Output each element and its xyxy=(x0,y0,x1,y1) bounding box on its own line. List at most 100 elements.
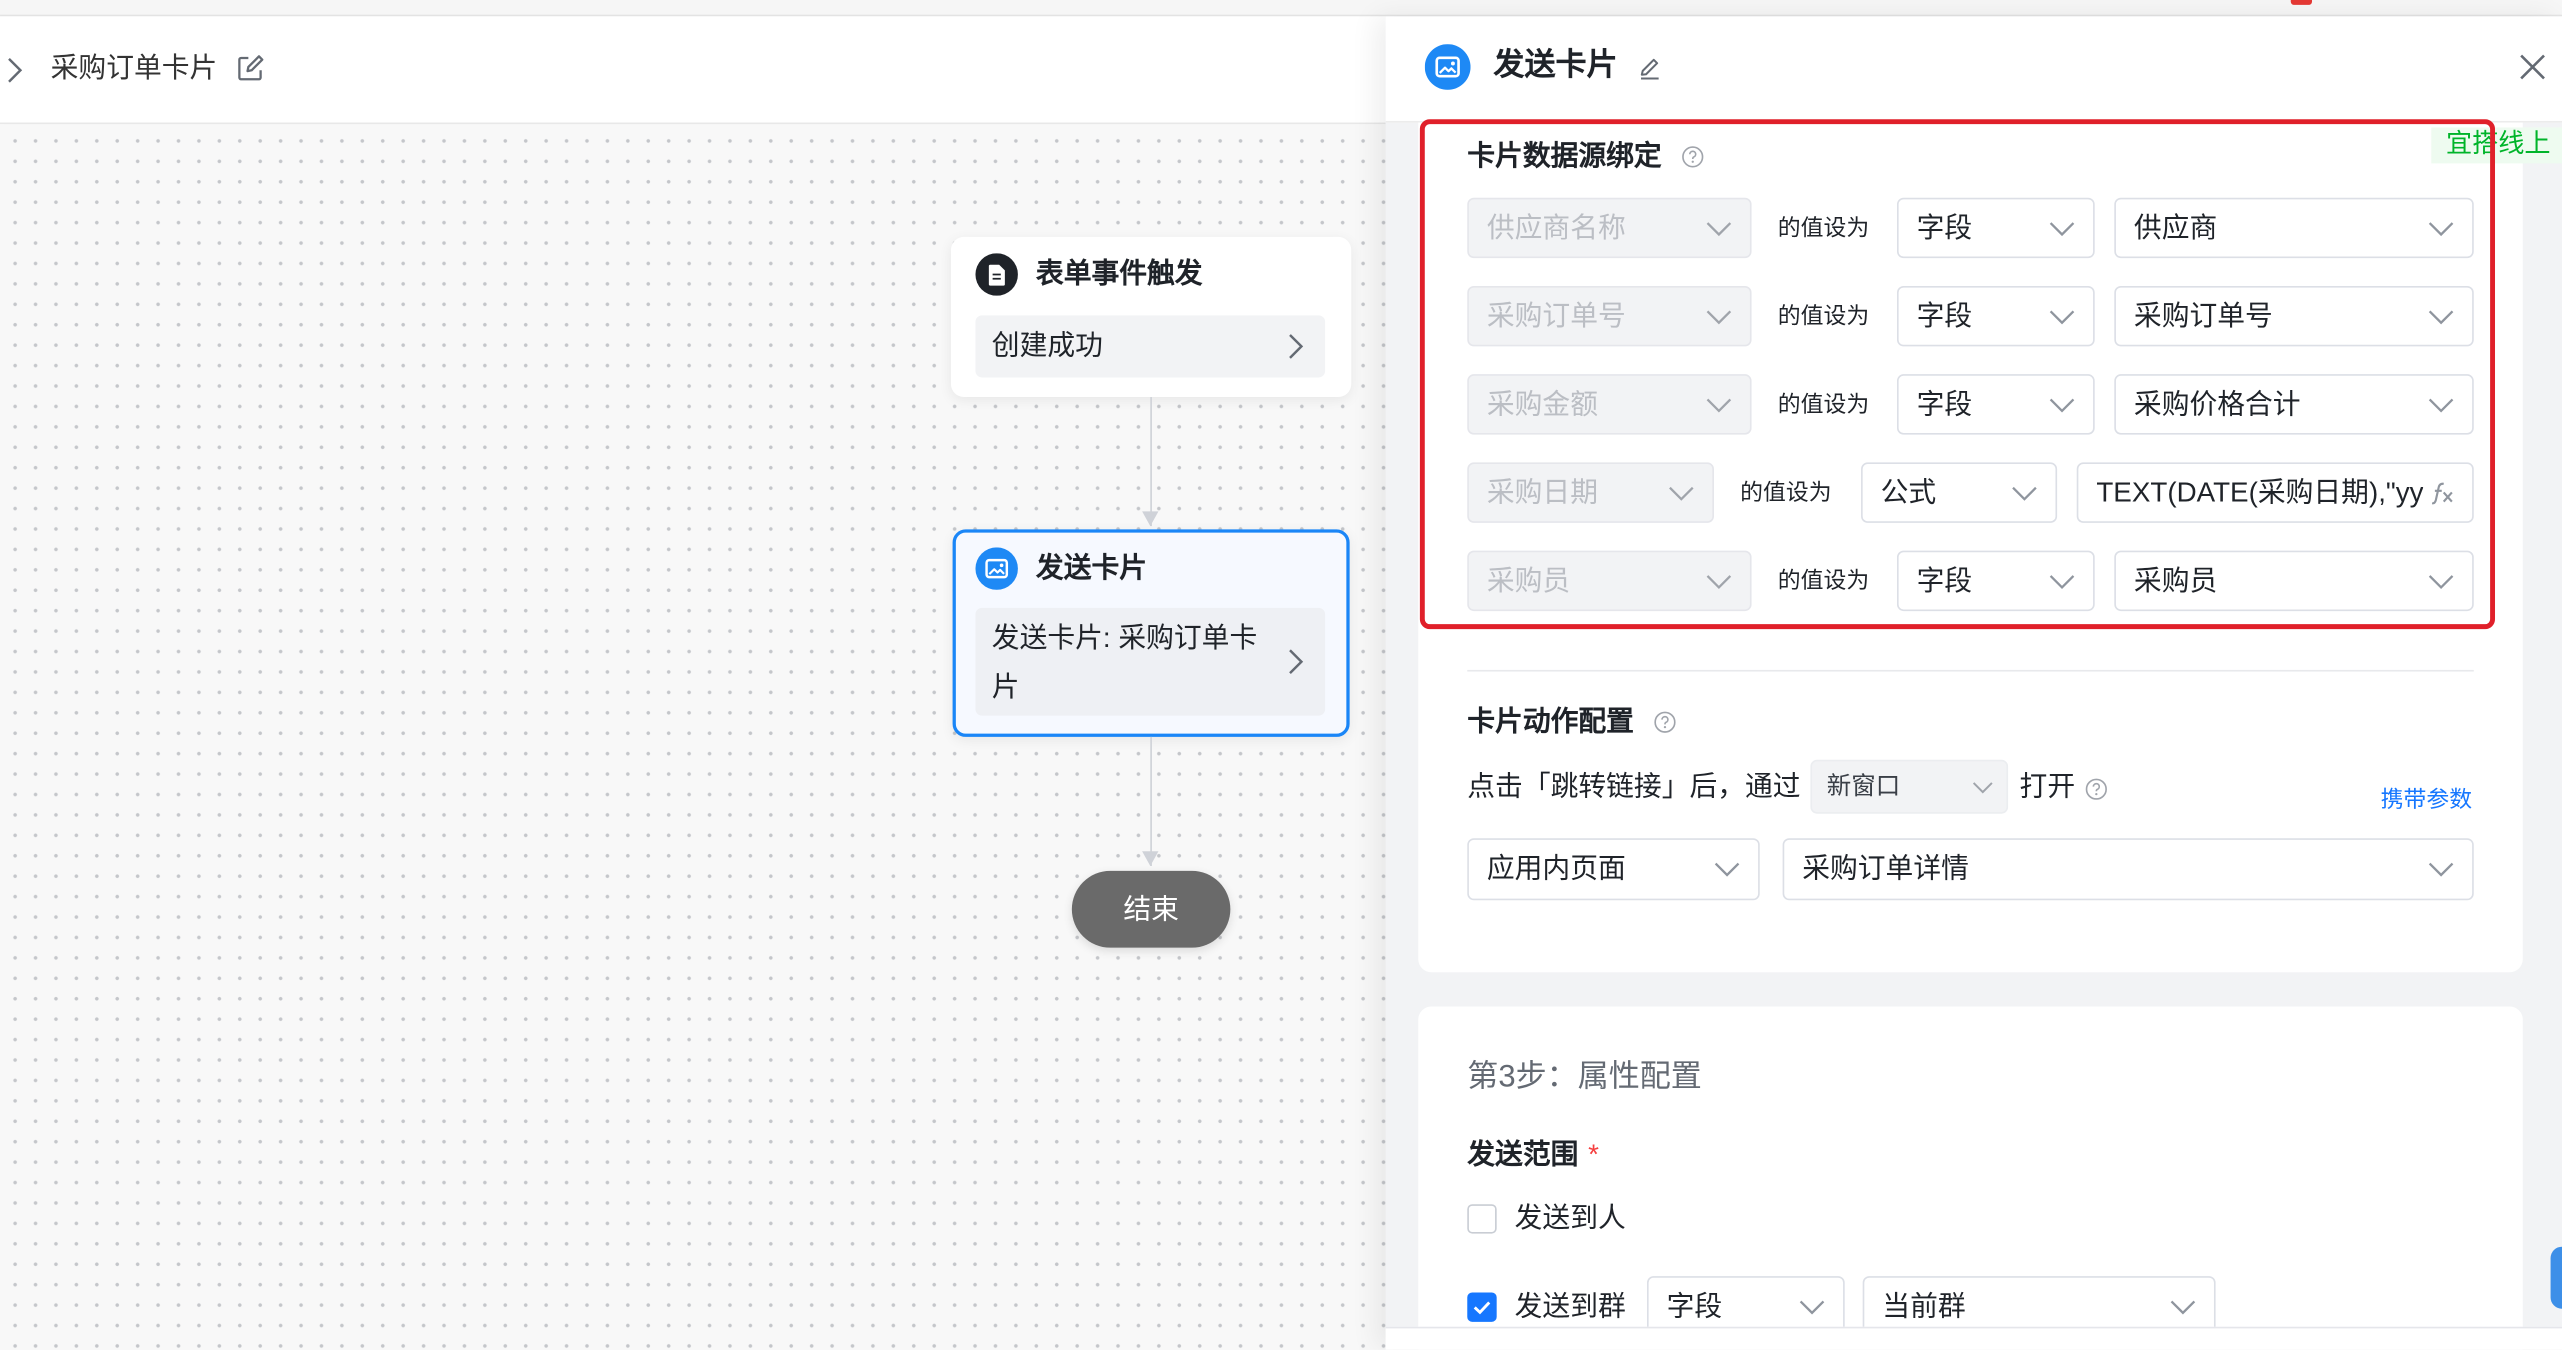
flow-connector xyxy=(1149,397,1152,527)
formula-input[interactable]: TEXT(DATE(采购日期),"yy xyxy=(2076,462,2474,523)
flow-node-send-card[interactable]: 发送卡片 发送卡片: 采购订单卡片 xyxy=(952,529,1350,737)
arrow-down-icon xyxy=(1142,511,1159,527)
chevron-down-icon xyxy=(2011,485,2037,501)
chevron-right-icon[interactable] xyxy=(7,57,23,83)
set-value-label: 的值设为 xyxy=(1777,566,1870,594)
step3-title: 第3步：属性配置 xyxy=(1467,1060,1702,1095)
formula-text: TEXT(DATE(采购日期),"yy xyxy=(2096,477,2424,509)
chevron-down-icon xyxy=(1668,485,1694,501)
binding-value-select[interactable]: 采购订单号 xyxy=(2114,285,2474,347)
chevron-down-icon xyxy=(2049,397,2075,413)
chevron-down-icon xyxy=(1972,781,1993,794)
help-icon[interactable] xyxy=(2085,778,2108,801)
pencil-icon[interactable] xyxy=(1637,56,1662,81)
floating-help-button[interactable] xyxy=(2550,1246,2562,1309)
flow-end-node[interactable]: 结束 xyxy=(1071,870,1231,948)
binding-value-select[interactable]: 采购员 xyxy=(2114,550,2474,612)
select-value: 应用内页面 xyxy=(1486,852,1626,884)
select-value: 供应商名称 xyxy=(1486,212,1626,244)
binding-field-select: 供应商名称 xyxy=(1467,197,1752,259)
set-value-label: 的值设为 xyxy=(1777,302,1870,329)
node-detail-row[interactable]: 创建成功 xyxy=(975,315,1326,378)
send-to-group-checkbox[interactable] xyxy=(1467,1292,1497,1322)
binding-value-select[interactable]: 供应商 xyxy=(2114,197,2474,259)
jump-link-suffix: 打开 xyxy=(2019,771,2076,803)
send-to-person-label[interactable]: 发送到人 xyxy=(1515,1201,1626,1237)
select-value: 供应商 xyxy=(2133,212,2218,244)
binding-field-select: 采购金额 xyxy=(1467,374,1752,435)
select-value: 采购员 xyxy=(2133,565,2218,597)
section-divider xyxy=(1467,669,2474,672)
app-window: 采购订单卡片 表单事件触发 创建成功 发送卡片 发送卡片: 采购订单卡片 结束 … xyxy=(0,0,2562,1350)
flow-canvas[interactable]: 表单事件触发 创建成功 发送卡片 发送卡片: 采购订单卡片 结束 xyxy=(0,124,1386,1350)
chevron-down-icon xyxy=(1799,1299,1825,1315)
open-mode-select[interactable]: 新窗口 xyxy=(1810,759,2009,814)
chevron-down-icon xyxy=(2428,397,2454,413)
help-icon[interactable] xyxy=(1681,145,1704,168)
panel-header: 发送卡片 xyxy=(1385,16,2562,123)
send-scope-text: 发送范围 xyxy=(1467,1138,1579,1170)
chevron-right-icon xyxy=(1288,333,1304,359)
send-card-icon xyxy=(975,547,1018,590)
binding-field-select: 采购员 xyxy=(1467,550,1752,612)
target-page-select[interactable]: 采购订单详情 xyxy=(1782,838,2474,901)
chevron-down-icon xyxy=(2428,309,2454,325)
select-value: 字段 xyxy=(1666,1290,1723,1322)
env-badge: 宜搭线上 xyxy=(2431,127,2562,164)
select-value: 字段 xyxy=(1916,212,1973,244)
page-title: 采购订单卡片 xyxy=(50,52,218,84)
select-value: 采购价格合计 xyxy=(2133,388,2301,420)
set-value-label: 的值设为 xyxy=(1777,390,1870,417)
binding-field-select: 采购日期 xyxy=(1467,462,1714,523)
node-detail-text: 创建成功 xyxy=(991,330,1103,362)
jump-link-prefix: 点击「跳转链接」后，通过 xyxy=(1467,771,1801,803)
page-type-select[interactable]: 应用内页面 xyxy=(1467,838,1760,901)
formula-fx-icon[interactable] xyxy=(2428,480,2457,506)
binding-type-select[interactable]: 字段 xyxy=(1896,374,2095,435)
select-value: 采购金额 xyxy=(1486,388,1598,420)
binding-type-select[interactable]: 字段 xyxy=(1896,285,2095,347)
chevron-down-icon xyxy=(1706,221,1732,237)
chevron-down-icon xyxy=(1714,861,1740,877)
set-value-label: 的值设为 xyxy=(1740,478,1832,505)
data-binding-title: 卡片数据源绑定 xyxy=(1467,140,1662,172)
send-card-icon xyxy=(1424,44,1471,90)
panel-footer xyxy=(1385,1326,2562,1350)
select-value: 采购订单号 xyxy=(1486,300,1626,332)
binding-type-select[interactable]: 字段 xyxy=(1896,550,2095,612)
binding-value-select[interactable]: 采购价格合计 xyxy=(2114,374,2474,435)
carry-params-link[interactable]: 携带参数 xyxy=(2381,783,2473,816)
select-value: 字段 xyxy=(1916,300,1973,332)
binding-type-select[interactable]: 字段 xyxy=(1896,197,2095,259)
arrow-down-icon xyxy=(1142,851,1159,866)
card-config-section: 卡片数据源绑定 供应商名称 的值设为 字段 供应商 采购订单号 的值设为 字段 … xyxy=(1418,122,2523,973)
flow-node-form-trigger[interactable]: 表单事件触发 创建成功 xyxy=(950,236,1352,398)
chevron-down-icon xyxy=(1706,309,1732,325)
top-strip xyxy=(0,0,2562,17)
select-value: 采购日期 xyxy=(1486,477,1598,509)
form-doc-icon xyxy=(975,253,1018,296)
select-value: 字段 xyxy=(1916,388,1973,420)
panel-body[interactable]: 卡片数据源绑定 供应商名称 的值设为 字段 供应商 采购订单号 的值设为 字段 … xyxy=(1386,122,2562,1350)
send-to-group-label[interactable]: 发送到群 xyxy=(1515,1289,1626,1325)
close-icon[interactable] xyxy=(2518,52,2547,81)
binding-type-select[interactable]: 公式 xyxy=(1861,462,2058,523)
flow-connector xyxy=(1149,736,1152,866)
help-icon[interactable] xyxy=(1654,711,1677,734)
node-detail-row[interactable]: 发送卡片: 采购订单卡片 xyxy=(975,607,1326,716)
set-value-label: 的值设为 xyxy=(1777,214,1870,241)
chevron-down-icon xyxy=(2170,1299,2196,1315)
flow-header: 采购订单卡片 xyxy=(0,16,1386,125)
node-detail-text: 发送卡片: 采购订单卡片 xyxy=(991,622,1258,703)
required-mark: * xyxy=(1588,1138,1600,1170)
node-title: 表单事件触发 xyxy=(1035,258,1203,290)
send-to-person-checkbox[interactable] xyxy=(1467,1204,1497,1234)
select-value: 字段 xyxy=(1916,565,1973,597)
chevron-down-icon xyxy=(2049,221,2075,237)
chevron-down-icon xyxy=(2049,309,2075,325)
edit-icon[interactable] xyxy=(235,54,264,83)
send-card-panel: 发送卡片 宜搭线上 卡片数据源绑定 供应商名称 的值设为 字段 供应商 采购订单… xyxy=(1385,16,2562,1350)
node-title: 发送卡片 xyxy=(1035,552,1148,584)
chevron-down-icon xyxy=(2428,861,2454,877)
top-red-marker xyxy=(2290,0,2313,5)
